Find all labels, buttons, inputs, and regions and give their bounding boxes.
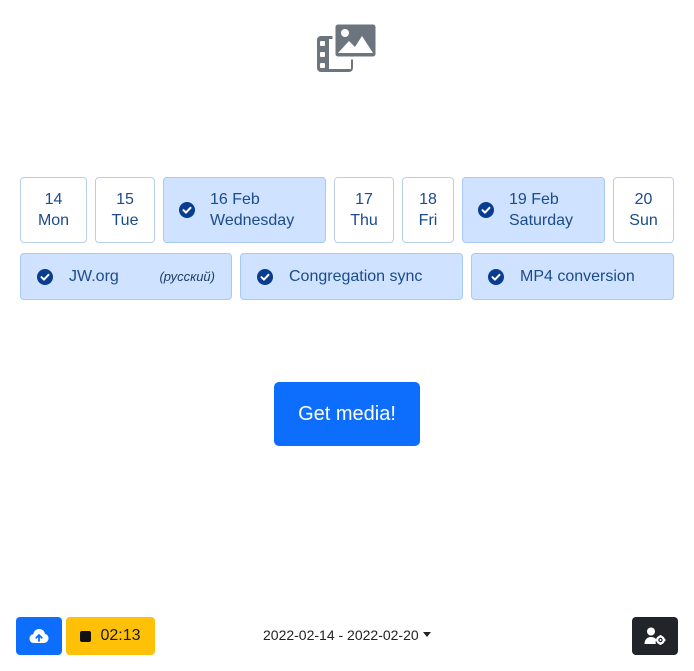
day-number: 14 <box>44 191 63 208</box>
day-button-wed[interactable]: 16 Feb Wednesday <box>163 177 326 243</box>
day-button-sat[interactable]: 19 Feb Saturday <box>462 177 605 243</box>
task-label: MP4 conversion <box>520 267 635 285</box>
day-number: 16 Feb <box>210 191 260 208</box>
day-name: Saturday <box>509 212 574 229</box>
stop-icon <box>80 630 92 642</box>
day-button-fri[interactable]: 18 Fri <box>402 177 454 243</box>
day-name: Mon <box>37 212 70 229</box>
day-number: 18 <box>419 191 437 208</box>
task-congregation-sync-toggle[interactable]: Congregation sync <box>240 253 463 300</box>
task-label: Congregation sync <box>289 267 423 285</box>
task-toggles: JW.org (русский) Congregation sync MP4 c… <box>20 253 674 301</box>
day-number: 15 <box>116 191 134 208</box>
day-name: Thu <box>350 212 378 229</box>
app-logo-photo-film-icon <box>316 21 379 74</box>
day-selector: 14 Mon 15 Tue 16 Feb Wednesday 17 Thu 18… <box>20 177 674 245</box>
user-gear-icon <box>644 627 666 645</box>
cloud-upload-icon <box>29 629 49 643</box>
check-circle-icon <box>257 268 273 285</box>
date-range-label: 2022-02-14 - 2022-02-20 <box>263 627 419 643</box>
check-circle-icon <box>488 268 504 285</box>
get-media-button[interactable]: Get media! <box>274 382 420 446</box>
day-number: 20 <box>634 191 653 208</box>
day-button-sun[interactable]: 20 Sun <box>613 177 674 243</box>
task-mp4-conversion-toggle[interactable]: MP4 conversion <box>471 253 674 300</box>
upload-button[interactable] <box>16 617 62 655</box>
check-circle-icon <box>478 202 494 218</box>
day-number: 19 Feb <box>509 191 559 208</box>
day-name: Tue <box>111 212 139 229</box>
check-circle-icon <box>37 268 53 285</box>
stop-timer-button[interactable]: 02:13 <box>66 617 155 655</box>
day-button-thu[interactable]: 17 Thu <box>334 177 394 243</box>
caret-down-icon <box>422 631 431 637</box>
day-button-mon[interactable]: 14 Mon <box>20 177 87 243</box>
task-jw-org-toggle[interactable]: JW.org (русский) <box>20 253 232 300</box>
check-circle-icon <box>179 202 195 218</box>
settings-button[interactable] <box>632 617 678 655</box>
task-label: JW.org <box>69 267 119 285</box>
day-name: Fri <box>418 212 438 229</box>
date-range-dropdown[interactable]: 2022-02-14 - 2022-02-20 <box>263 627 431 643</box>
day-name: Sun <box>629 212 658 229</box>
timer-value: 02:13 <box>100 627 141 644</box>
day-name: Wednesday <box>210 212 295 229</box>
day-button-tue[interactable]: 15 Tue <box>95 177 155 243</box>
task-language: (русский) <box>159 269 215 284</box>
day-number: 17 <box>355 191 373 208</box>
